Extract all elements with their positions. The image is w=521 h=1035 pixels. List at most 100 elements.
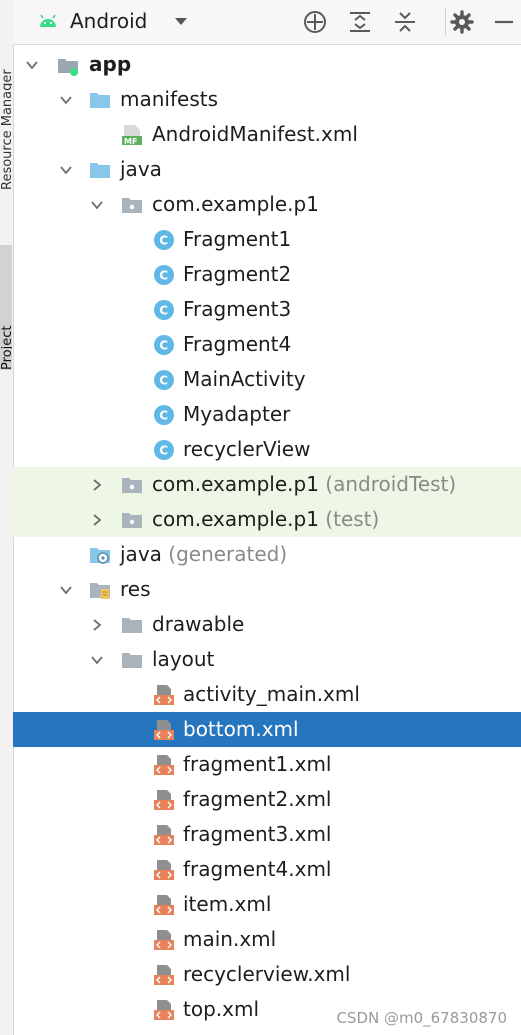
collapse-all-icon[interactable] xyxy=(392,9,418,35)
class-icon: C xyxy=(154,230,174,250)
tree-label-package-test: com.example.p1 (test) xyxy=(152,507,379,531)
tree-label-package: com.example.p1 xyxy=(152,192,319,216)
folder-icon xyxy=(122,653,142,668)
tree-row-java[interactable]: java xyxy=(13,152,521,187)
tree-label-layout-file: item.xml xyxy=(183,892,272,916)
svg-text:C: C xyxy=(159,339,168,353)
locate-target-icon[interactable] xyxy=(302,9,328,35)
svg-text:C: C xyxy=(159,269,168,283)
folder-icon xyxy=(122,618,142,633)
csdn-watermark: CSDN @m0_67830870 xyxy=(336,1009,507,1027)
toolbar-divider xyxy=(445,8,446,36)
package-icon xyxy=(122,198,142,213)
tree-label-layout: layout xyxy=(152,647,215,671)
tree-row-java-generated[interactable]: java (generated) xyxy=(13,537,521,572)
tree-label-layout-file: main.xml xyxy=(183,927,277,951)
tree-row-class[interactable]: C Fragment1 xyxy=(13,222,521,257)
expand-all-icon[interactable] xyxy=(347,9,373,35)
tree-label-app: app xyxy=(89,52,132,76)
layout-xml-icon xyxy=(154,895,174,915)
view-selector-label[interactable]: Android xyxy=(70,9,147,33)
tree-row-package-test[interactable]: com.example.p1 (test) xyxy=(13,502,521,537)
svg-text:MF: MF xyxy=(124,137,137,146)
tree-row-package[interactable]: com.example.p1 xyxy=(13,187,521,222)
tree-row-class[interactable]: C Myadapter xyxy=(13,397,521,432)
project-tab-label: Project xyxy=(0,325,12,370)
tree-label-class: Fragment2 xyxy=(183,262,292,286)
svg-text:C: C xyxy=(159,374,168,388)
chevron-down-icon[interactable] xyxy=(90,653,104,667)
manifest-file-icon: MF xyxy=(122,125,142,146)
tree-row-layout-file[interactable]: main.xml xyxy=(13,922,521,957)
tree-row-layout-file[interactable]: item.xml xyxy=(13,887,521,922)
tree-row-layout-file-selected[interactable]: bottom.xml xyxy=(13,712,521,747)
module-folder-icon xyxy=(58,59,78,76)
tree-row-layout-file[interactable]: fragment3.xml xyxy=(13,817,521,852)
source-set-suffix: (androidTest) xyxy=(325,472,457,496)
tree-label-class: Fragment1 xyxy=(183,227,292,251)
chevron-down-icon[interactable] xyxy=(59,163,73,177)
project-tab[interactable]: Project xyxy=(0,245,12,370)
svg-text:C: C xyxy=(159,234,168,248)
tree-row-layout-file[interactable]: fragment1.xml xyxy=(13,747,521,782)
tree-row-manifests[interactable]: manifests xyxy=(13,82,521,117)
package-name: com.example.p1 xyxy=(152,507,319,531)
generated-folder-icon xyxy=(90,548,110,564)
chevron-down-icon[interactable] xyxy=(90,198,104,212)
chevron-right-icon[interactable] xyxy=(90,513,104,527)
class-icon: C xyxy=(154,265,174,285)
tree-row-package-android-test[interactable]: com.example.p1 (androidTest) xyxy=(13,467,521,502)
chevron-right-icon[interactable] xyxy=(90,618,104,632)
class-icon: C xyxy=(154,405,174,425)
tree-row-android-manifest[interactable]: MF AndroidManifest.xml xyxy=(13,117,521,152)
chevron-down-icon[interactable] xyxy=(25,58,39,72)
minimize-icon[interactable] xyxy=(491,9,517,35)
tree-row-layout-file[interactable]: fragment2.xml xyxy=(13,782,521,817)
resource-manager-tab[interactable]: Resource Manager xyxy=(0,0,12,190)
resource-folder-icon xyxy=(90,583,110,599)
class-icon: C xyxy=(154,440,174,460)
tree-row-layout-file[interactable]: fragment4.xml xyxy=(13,852,521,887)
tree-row-class[interactable]: C Fragment2 xyxy=(13,257,521,292)
tree-row-class[interactable]: C recyclerView xyxy=(13,432,521,467)
tree-label-layout-file: activity_main.xml xyxy=(183,682,360,706)
tree-label-layout-file: fragment3.xml xyxy=(183,822,332,846)
tree-label-res: res xyxy=(120,577,151,601)
tree-label-class: recyclerView xyxy=(183,437,311,461)
folder-icon xyxy=(90,163,110,178)
chevron-down-icon[interactable] xyxy=(59,93,73,107)
tree-row-layout[interactable]: layout xyxy=(13,642,521,677)
tree-row-layout-file[interactable]: activity_main.xml xyxy=(13,677,521,712)
tree-label-layout-file: fragment4.xml xyxy=(183,857,332,881)
svg-text:C: C xyxy=(159,444,168,458)
android-icon xyxy=(40,14,56,27)
tree-row-app[interactable]: app xyxy=(13,47,521,82)
svg-text:C: C xyxy=(159,304,168,318)
tree-label-layout-file: bottom.xml xyxy=(183,717,299,741)
chevron-down-icon[interactable] xyxy=(173,13,189,29)
tree-label-class: MainActivity xyxy=(183,367,306,391)
gear-icon[interactable] xyxy=(449,9,475,35)
tree-row-class[interactable]: C Fragment3 xyxy=(13,292,521,327)
tree-label-java-generated: java (generated) xyxy=(120,542,287,566)
tree-label-manifests: manifests xyxy=(120,87,218,111)
tree-row-class[interactable]: C MainActivity xyxy=(13,362,521,397)
layout-xml-icon xyxy=(154,685,174,705)
folder-icon xyxy=(90,93,110,108)
tree-row-res[interactable]: res xyxy=(13,572,521,607)
tree-label-android-manifest: AndroidManifest.xml xyxy=(152,122,358,146)
package-icon xyxy=(122,513,142,528)
class-icon: C xyxy=(154,335,174,355)
tree-row-drawable[interactable]: drawable xyxy=(13,607,521,642)
layout-xml-icon xyxy=(154,755,174,775)
class-icon: C xyxy=(154,300,174,320)
chevron-down-icon[interactable] xyxy=(59,583,73,597)
tree-row-class[interactable]: C Fragment4 xyxy=(13,327,521,362)
chevron-right-icon[interactable] xyxy=(90,478,104,492)
tree-label-class: Fragment4 xyxy=(183,332,292,356)
tree-row-layout-file[interactable]: recyclerview.xml xyxy=(13,957,521,992)
tree-label-class: Fragment3 xyxy=(183,297,292,321)
layout-xml-icon xyxy=(154,930,174,950)
tree-label-layout-file: fragment2.xml xyxy=(183,787,332,811)
tool-window-strip: Resource Manager Project xyxy=(0,0,14,1035)
